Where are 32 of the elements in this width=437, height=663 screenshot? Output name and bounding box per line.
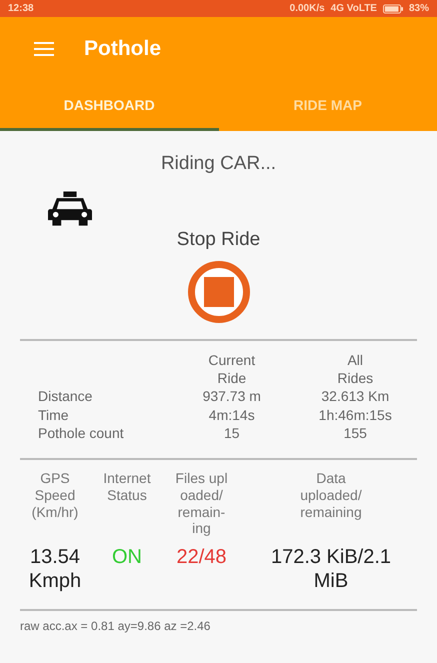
ride-status: Riding CAR... <box>160 153 278 175</box>
table-cell-text: 155 <box>342 424 368 442</box>
table-cell-text: 4m:14s <box>208 406 256 424</box>
metric-heading: Files upl oaded/ remain- ing <box>174 470 229 538</box>
metric-heading: GPS Speed (Km/hr) <box>30 470 80 522</box>
row-label: Pothole count <box>37 424 125 442</box>
stop-ride-label: Stop Ride <box>176 229 262 251</box>
table-cell-text: 32.613 Km <box>320 387 390 406</box>
taxi-icon <box>48 189 92 227</box>
table-cell-text: 937.73 m <box>202 387 262 406</box>
tab[interactable]: RIDE MAP <box>218 81 437 131</box>
metric-heading: Data uploaded/ remaining <box>299 470 363 522</box>
row-label: Distance <box>37 387 94 406</box>
column-header: All Rides <box>336 351 374 388</box>
battery-level: 83% <box>408 3 429 14</box>
metric-value: ON <box>111 545 143 570</box>
network-speed: 0.00K/s <box>290 3 325 14</box>
column-header: Current Ride <box>207 351 256 388</box>
app-title: Pothole <box>84 37 161 61</box>
tab[interactable]: DASHBOARD <box>0 81 218 131</box>
metric-heading: Internet Status <box>102 470 152 505</box>
table-cell-text: 15 <box>222 424 241 442</box>
table-cell-text: 1h:46m:15s <box>318 406 393 424</box>
network-type: 4G VoLTE <box>330 3 377 14</box>
status-time: 12:38 <box>8 3 34 14</box>
menu-icon[interactable] <box>34 42 54 56</box>
raw-acceleration: raw acc.ax = 0.81 ay=9.86 az =2.46 <box>20 619 212 634</box>
battery-icon <box>382 4 403 14</box>
row-label: Time <box>37 406 70 424</box>
metric-value: 13.54 Kmph <box>28 545 82 594</box>
metric-value: 172.3 KiB/2.1 MiB <box>270 545 392 594</box>
metric-value: 22/48 <box>175 545 228 570</box>
